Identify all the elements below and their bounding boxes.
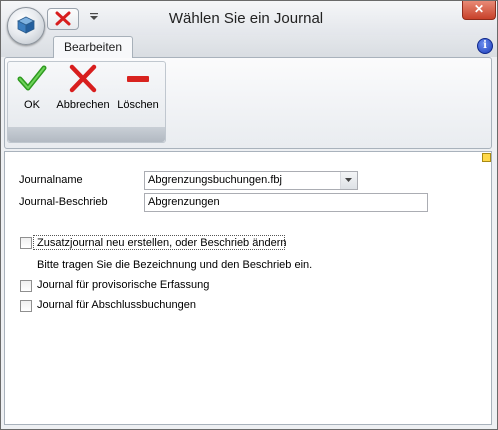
zusatzjournal-label[interactable]: Zusatzjournal neu erstellen, oder Beschr… (37, 237, 286, 249)
journal-beschrieb-label: Journal-Beschrieb (19, 196, 108, 208)
close-button[interactable]: ✕ (462, 1, 496, 20)
cube-icon (17, 16, 35, 34)
journal-beschrieb-value: Abgrenzungen (148, 196, 220, 208)
journalname-value: Abgrenzungsbuchungen.fbj (148, 174, 282, 186)
tab-bearbeiten[interactable]: Bearbeiten (53, 36, 133, 58)
info-icon[interactable]: i (477, 38, 493, 54)
quick-access-cancel-button[interactable] (47, 8, 79, 30)
chevron-down-icon (345, 178, 352, 182)
ribbon-group-footer (8, 127, 165, 142)
resize-corner-icon[interactable] (482, 153, 491, 162)
quick-access-dropdown-icon[interactable] (89, 12, 99, 22)
zusatzjournal-checkbox[interactable] (20, 237, 32, 249)
dropdown-arrow[interactable] (340, 172, 357, 189)
ok-button[interactable]: OK (13, 61, 51, 125)
abschluss-label[interactable]: Journal für Abschlussbuchungen (37, 299, 196, 311)
journal-dialog-window: Wählen Sie ein Journal ✕ Bearbeiten i OK… (0, 0, 498, 430)
provisorisch-label[interactable]: Journal für provisorische Erfassung (37, 279, 209, 291)
abschluss-checkbox[interactable] (20, 300, 32, 312)
close-icon: ✕ (473, 2, 485, 16)
ok-label: OK (24, 99, 40, 111)
checkmark-icon (17, 65, 47, 91)
red-x-icon (69, 64, 97, 93)
application-menu-button[interactable] (7, 7, 45, 45)
provisorisch-checkbox[interactable] (20, 280, 32, 292)
window-title: Wählen Sie ein Journal (168, 10, 324, 27)
loeschen-button[interactable]: Löschen (115, 61, 161, 125)
loeschen-label: Löschen (117, 99, 159, 111)
abbrechen-label: Abbrechen (56, 99, 110, 111)
journalname-select[interactable]: Abgrenzungsbuchungen.fbj (144, 171, 358, 190)
red-minus-icon (127, 76, 149, 82)
red-x-icon (55, 11, 71, 26)
journalname-label: Journalname (19, 174, 83, 186)
abbrechen-button[interactable]: Abbrechen (53, 61, 113, 125)
hint-text: Bitte tragen Sie die Bezeichnung und den… (37, 259, 313, 271)
journal-beschrieb-field[interactable]: Abgrenzungen (144, 193, 428, 212)
